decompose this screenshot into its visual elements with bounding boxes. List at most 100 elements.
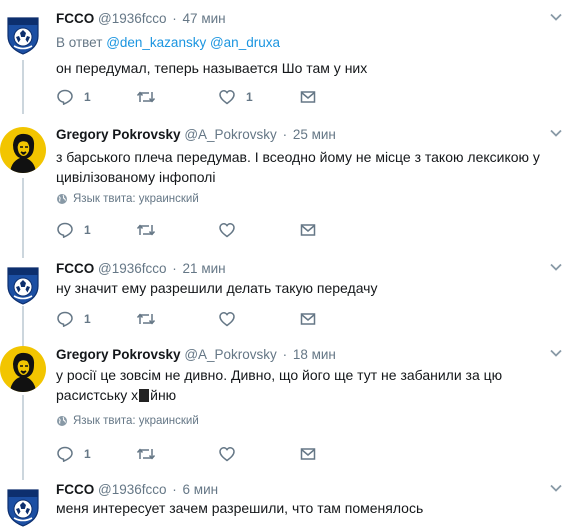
timestamp[interactable]: 6 мин — [183, 482, 219, 497]
tweet-language: Язык твита: украинский — [56, 193, 199, 205]
globe-icon — [56, 193, 68, 205]
reply-count: 1 — [84, 90, 91, 104]
tweet-header: Gregory Pokrovsky @A_Pokrovsky · 25 мин — [56, 126, 336, 144]
heart-icon — [218, 445, 236, 463]
tweet[interactable]: FCCO @1936fcco · 6 мин меня интересует з… — [0, 479, 571, 532]
chevron-down-icon[interactable] — [549, 12, 563, 22]
avatar[interactable] — [0, 127, 46, 173]
retweet-icon — [136, 445, 156, 463]
chevron-down-icon[interactable] — [549, 128, 563, 138]
envelope-icon — [299, 310, 317, 328]
direct-message-button[interactable] — [299, 444, 317, 464]
tweet-actions: 1 — [56, 220, 356, 240]
direct-message-button[interactable] — [299, 309, 317, 329]
fcco-logo-avatar — [0, 10, 46, 56]
conversation-thread: FCCO @1936fcco · 47 мин В ответ @den_kaz… — [0, 0, 571, 532]
fcco-logo-avatar — [0, 260, 46, 306]
tweet-header: FCCO @1936fcco · 6 мин — [56, 481, 218, 499]
like-button[interactable] — [218, 309, 236, 329]
tweet-actions: 1 — [56, 444, 356, 464]
tweet[interactable]: Gregory Pokrovsky @A_Pokrovsky · 18 мин … — [0, 343, 571, 479]
display-name[interactable]: FCCO — [56, 11, 94, 26]
retweet-button[interactable] — [136, 444, 156, 464]
retweet-button[interactable] — [136, 87, 166, 107]
chevron-down-icon[interactable] — [549, 262, 563, 272]
reply-button[interactable]: 1 — [56, 444, 91, 464]
tweet-header: FCCO @1936fcco · 47 мин — [56, 10, 226, 28]
tweet-text: ну значит ему разрешили делать такую пер… — [56, 280, 378, 296]
envelope-icon — [299, 88, 317, 106]
username[interactable]: @1936fcco — [98, 11, 167, 26]
like-button[interactable] — [218, 444, 236, 464]
username[interactable]: @1936fcco — [98, 482, 167, 497]
username[interactable]: @A_Pokrovsky — [184, 347, 276, 362]
tweet-text-fragment: расистську х — [56, 387, 139, 403]
avatar[interactable] — [0, 10, 46, 56]
retweet-icon — [136, 221, 156, 239]
reply-icon — [56, 88, 74, 106]
portrait-avatar — [0, 127, 46, 173]
heart-icon — [218, 88, 236, 106]
tweet-language: Язык твита: украинский — [56, 415, 199, 427]
timestamp[interactable]: 25 мин — [293, 127, 336, 142]
tweet-text: з барського плеча передумав. І всеодно й… — [56, 149, 540, 185]
reply-count: 1 — [84, 223, 91, 237]
like-button[interactable]: 1 — [218, 87, 253, 107]
reply-icon — [56, 310, 74, 328]
language-label: Язык твита: украинский — [73, 193, 199, 205]
retweet-button[interactable] — [136, 220, 156, 240]
separator-dot: · — [172, 261, 177, 276]
tweet-text: меня интересует зачем разрешили, что там… — [56, 500, 424, 516]
direct-message-button[interactable] — [299, 87, 317, 107]
tweet-actions: 1 — [56, 309, 356, 329]
tweet[interactable]: Gregory Pokrovsky @A_Pokrovsky · 25 мин … — [0, 115, 571, 257]
username[interactable]: @A_Pokrovsky — [184, 127, 276, 142]
tweet-text: у росії це зовсім не дивно. Дивно, що йо… — [56, 365, 556, 405]
tweet-text-line: у росії це зовсім не дивно. Дивно, що йо… — [56, 367, 503, 383]
tweet-header: Gregory Pokrovsky @A_Pokrovsky · 18 мин — [56, 346, 336, 364]
retweet-icon — [136, 310, 156, 328]
tweet-actions: 1 1 — [56, 87, 356, 107]
separator-dot: · — [172, 11, 177, 26]
reply-count: 1 — [84, 447, 91, 461]
mention-link[interactable]: @den_kazansky — [106, 35, 206, 50]
display-name[interactable]: FCCO — [56, 261, 94, 276]
like-count: 1 — [246, 90, 253, 104]
reply-button[interactable]: 1 — [56, 309, 91, 329]
separator-dot: · — [282, 127, 288, 142]
reply-icon — [56, 445, 74, 463]
envelope-icon — [299, 445, 317, 463]
avatar[interactable] — [0, 482, 46, 528]
globe-icon — [56, 415, 68, 427]
tweet-text: он передумал, теперь называется Шо там у… — [56, 60, 368, 76]
separator-dot: · — [172, 482, 177, 497]
like-button[interactable] — [218, 220, 236, 240]
language-label: Язык твита: украинский — [73, 415, 199, 427]
retweet-button[interactable] — [136, 309, 156, 329]
reply-button[interactable]: 1 — [56, 87, 91, 107]
tweet-header: FCCO @1936fcco · 21 мин — [56, 260, 226, 278]
tweet-text-fragment: йню — [150, 387, 177, 403]
display-name[interactable]: Gregory Pokrovsky — [56, 127, 181, 142]
avatar[interactable] — [0, 346, 46, 392]
tweet[interactable]: FCCO @1936fcco · 21 мин ну значит ему ра… — [0, 257, 571, 343]
timestamp[interactable]: 47 мин — [183, 11, 226, 26]
heart-icon — [218, 310, 236, 328]
display-name[interactable]: Gregory Pokrovsky — [56, 347, 181, 362]
reply-icon — [56, 221, 74, 239]
reply-count: 1 — [84, 312, 91, 326]
mention-link[interactable]: @an_druxa — [210, 35, 280, 50]
timestamp[interactable]: 18 мин — [293, 347, 336, 362]
direct-message-button[interactable] — [299, 220, 317, 240]
username[interactable]: @1936fcco — [98, 261, 167, 276]
chevron-down-icon[interactable] — [549, 348, 563, 358]
redaction-mark — [139, 389, 150, 402]
reply-button[interactable]: 1 — [56, 220, 91, 240]
tweet[interactable]: FCCO @1936fcco · 47 мин В ответ @den_kaz… — [0, 0, 571, 115]
avatar[interactable] — [0, 260, 46, 306]
retweet-icon — [136, 88, 156, 106]
chevron-down-icon[interactable] — [549, 483, 563, 493]
display-name[interactable]: FCCO — [56, 482, 94, 497]
reply-prefix: В ответ — [56, 35, 103, 50]
timestamp[interactable]: 21 мин — [183, 261, 226, 276]
